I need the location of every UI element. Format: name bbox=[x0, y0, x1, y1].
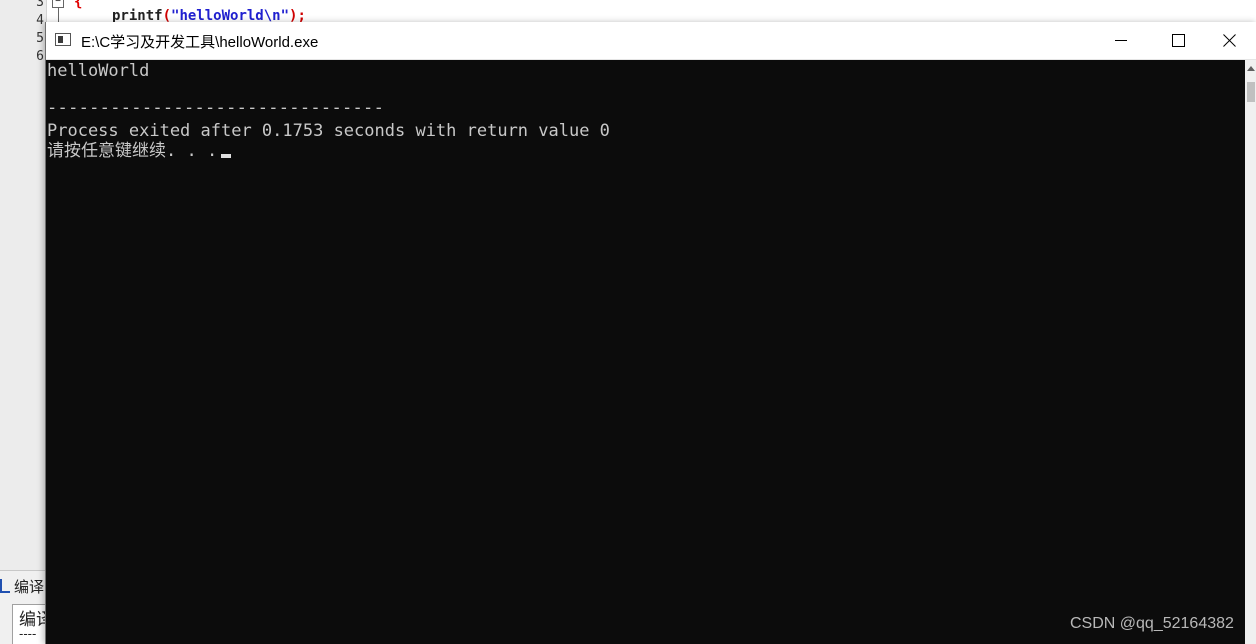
chart-icon bbox=[0, 579, 10, 593]
scroll-thumb[interactable] bbox=[1247, 82, 1255, 102]
console-line-output: helloWorld bbox=[47, 61, 150, 81]
line-number: 6 bbox=[36, 49, 44, 64]
console-line-process-exit: Process exited after 0.1753 seconds with… bbox=[47, 121, 610, 141]
line-numbers: 3 4 5 6 bbox=[22, 0, 44, 66]
code-brace: { bbox=[74, 0, 83, 10]
press-key-text: 请按任意键继续. . . bbox=[47, 141, 218, 161]
line-number: 4 bbox=[36, 13, 44, 28]
compile-tab[interactable]: 编译 bbox=[0, 576, 44, 597]
fold-toggle-icon[interactable]: − bbox=[52, 0, 64, 8]
console-app-icon[interactable] bbox=[55, 33, 71, 46]
console-output-area[interactable]: helloWorld -----------------------------… bbox=[46, 60, 1245, 644]
scroll-up-arrow-icon[interactable] bbox=[1247, 66, 1255, 71]
minimize-button[interactable] bbox=[1092, 22, 1150, 59]
desktop: 3 4 5 6 − { printf("helloWorld\n"); 编译 编… bbox=[0, 0, 1256, 644]
compile-tab-label: 编译 bbox=[14, 579, 45, 596]
maximize-button[interactable] bbox=[1150, 22, 1208, 59]
csdn-watermark: CSDN @qq_52164382 bbox=[1070, 615, 1234, 632]
console-title: E:\C学习及开发工具\helloWorld.exe bbox=[81, 34, 319, 51]
console-line-separator: -------------------------------- bbox=[47, 98, 385, 118]
line-number: 3 bbox=[36, 0, 44, 10]
console-line-press-key: 请按任意键继续. . . bbox=[47, 141, 232, 161]
line-number: 5 bbox=[36, 31, 44, 46]
console-scrollbar[interactable] bbox=[1245, 60, 1256, 644]
console-titlebar[interactable]: E:\C学习及开发工具\helloWorld.exe bbox=[46, 22, 1256, 60]
text-cursor bbox=[221, 154, 232, 158]
console-window[interactable]: E:\C学习及开发工具\helloWorld.exe helloWorld --… bbox=[45, 22, 1256, 644]
close-button[interactable] bbox=[1208, 22, 1256, 59]
line-number-gutter: 3 4 5 6 bbox=[0, 0, 47, 570]
